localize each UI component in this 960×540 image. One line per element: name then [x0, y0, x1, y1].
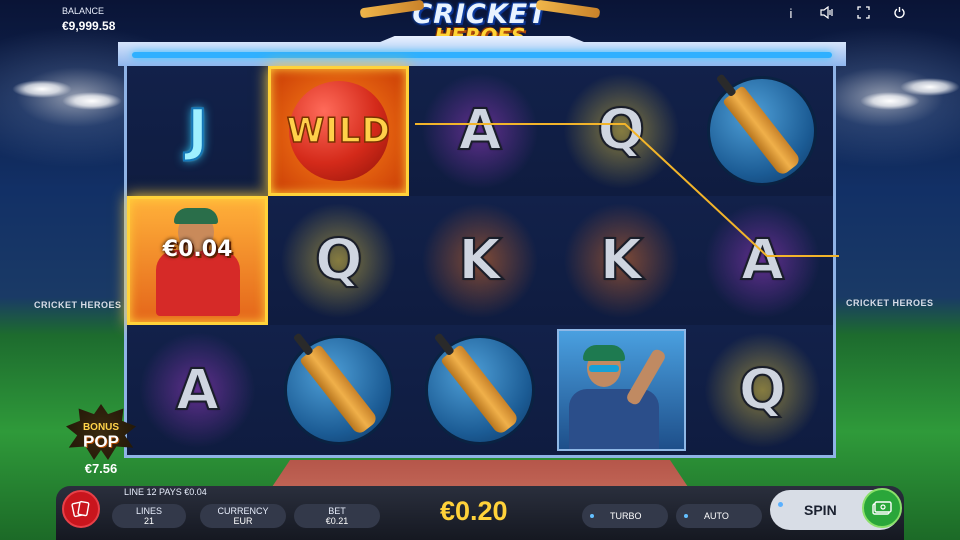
total-bet-amount: €0.20 [440, 496, 508, 526]
currency-label: CURRENCY [217, 506, 269, 516]
bonus-pop-label: POP [83, 431, 119, 451]
currency-value: EUR [233, 516, 253, 526]
lines-selector[interactable]: LINES 21 [112, 504, 186, 528]
symbol-q: Q [550, 66, 692, 196]
symbol-a: A [127, 325, 269, 455]
turbo-toggle[interactable]: TURBO [582, 504, 668, 528]
symbol-letter: K [457, 227, 502, 294]
bonus-pop-badge[interactable]: BONUS POP €7.56 [64, 404, 138, 476]
auto-toggle[interactable]: AUTO [676, 504, 762, 528]
symbol-k: K [550, 195, 692, 326]
symbol-bat [691, 66, 833, 196]
spin-label: SPIN [804, 502, 837, 518]
symbol-k: K [409, 195, 551, 326]
symbol-win-amount: €0.04 [162, 236, 233, 262]
symbol-a: A [409, 66, 551, 196]
symbol-a: A [691, 195, 833, 326]
control-bar: LINE 12 PAYS €0.04 LINES 21 CURRENCY EUR… [56, 480, 904, 540]
floodlight-right-2 [900, 78, 960, 96]
balance-label: BALANCE [62, 6, 105, 16]
player-blue-icon [568, 339, 674, 449]
symbol-letter: K [598, 227, 643, 294]
lines-label: LINES [135, 506, 162, 516]
bonus-label: BONUS [82, 421, 120, 433]
currency-selector[interactable]: CURRENCY EUR [200, 504, 286, 528]
win-message: LINE 12 PAYS €0.04 [124, 487, 207, 497]
turbo-label: TURBO [610, 511, 642, 521]
symbol-q: Q [691, 325, 833, 455]
bat-disc-icon [707, 75, 818, 186]
stand-sign-right: CRICKET HEROES [846, 298, 934, 308]
symbol-letter: A [175, 357, 220, 424]
balance-value: €9,999.58 [62, 19, 116, 33]
auto-label: AUTO [704, 511, 729, 521]
sound-icon[interactable] [820, 5, 834, 22]
cards-icon [71, 500, 90, 518]
bonus-star-icon: BONUS POP [66, 404, 136, 460]
bet-label: BET [328, 506, 346, 516]
symbol-letter: A [457, 97, 502, 164]
bet-value: €0.21 [325, 516, 349, 526]
symbol-letter: A [740, 227, 785, 294]
symbol-letter: Q [738, 357, 788, 424]
bet-selector[interactable]: BET €0.21 [294, 504, 380, 528]
reel-grid[interactable]: J WILD A Q €0.04 Q K K A A Q [124, 66, 839, 458]
fullscreen-icon[interactable] [856, 6, 870, 22]
floodlight-left-2 [62, 92, 122, 110]
stand-sign-left: CRICKET HEROES [34, 300, 122, 310]
cash-icon [862, 488, 902, 528]
symbol-q: Q [268, 195, 410, 326]
symbol-bat [268, 325, 410, 455]
symbol-letter: Q [596, 97, 646, 164]
bat-disc-icon [424, 335, 535, 446]
lines-value: 21 [143, 516, 154, 526]
spin-button[interactable]: SPIN [770, 488, 902, 530]
info-icon[interactable]: i [784, 6, 798, 22]
bat-disc-icon [283, 335, 394, 446]
symbol-player-blue [550, 325, 692, 455]
top-toolbar: i [784, 5, 906, 22]
symbol-bat [409, 325, 551, 455]
bonus-amount: €7.56 [84, 461, 118, 476]
symbol-letter: Q [314, 227, 364, 294]
power-icon[interactable] [892, 6, 906, 22]
paytable-button[interactable] [62, 490, 100, 528]
symbol-j: J [127, 66, 269, 196]
symbol-player-red: €0.04 [127, 195, 269, 326]
wild-label: WILD [286, 110, 391, 152]
symbol-wild: WILD [268, 66, 410, 196]
balance-display: BALANCE €9,999.58 [62, 6, 115, 33]
symbol-letter: J [186, 97, 209, 164]
